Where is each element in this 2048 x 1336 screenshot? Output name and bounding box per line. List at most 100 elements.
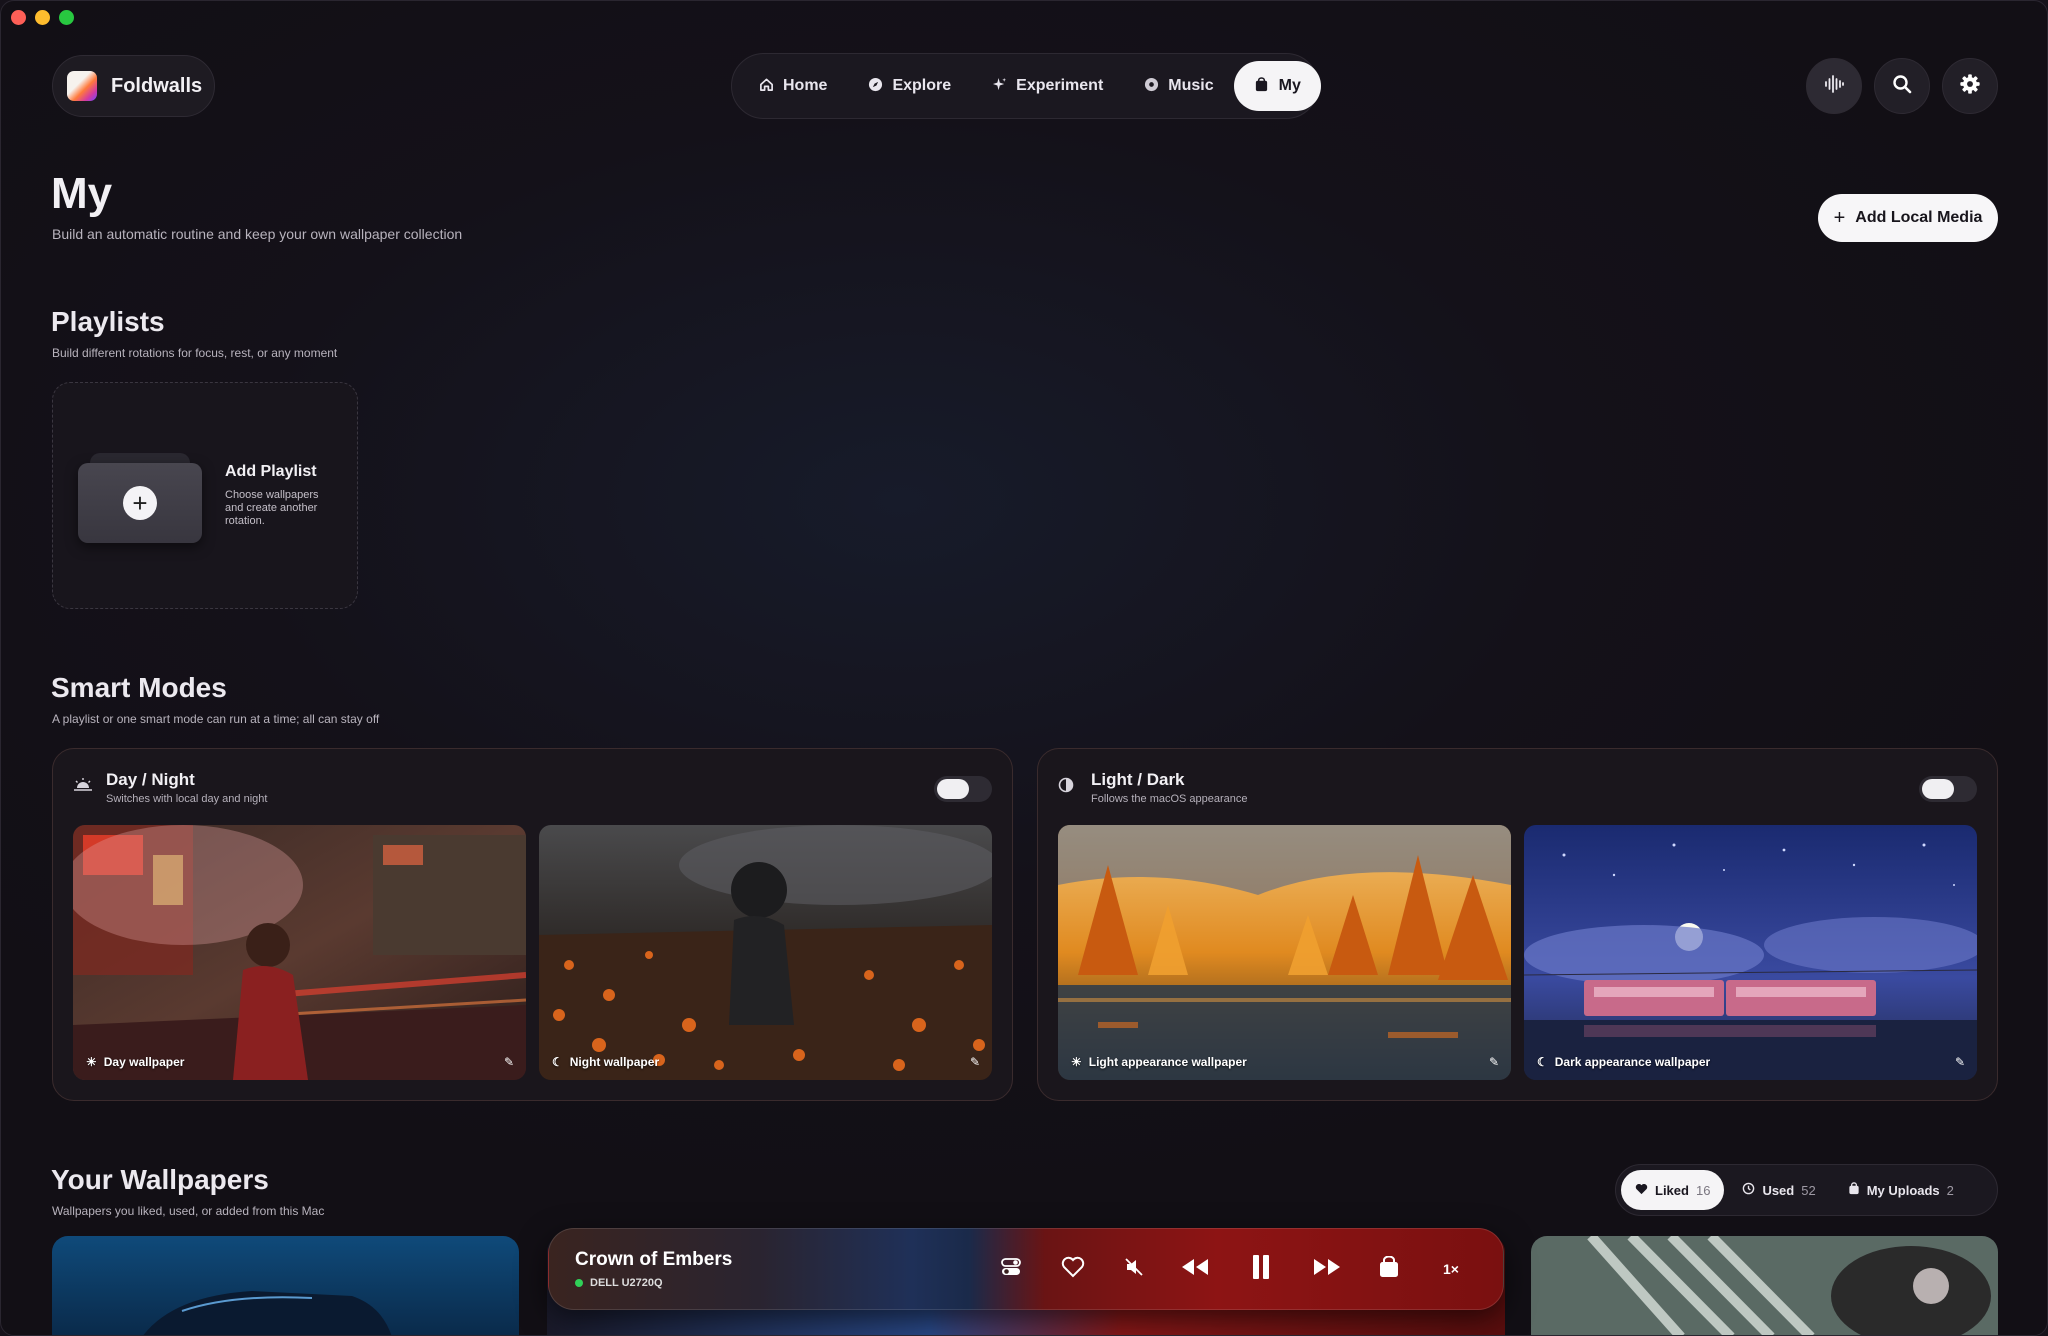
day-night-title: Day / Night	[106, 770, 195, 789]
gear-icon	[1959, 73, 1981, 100]
tab-used-label: Used	[1762, 1182, 1795, 1198]
search-button[interactable]	[1874, 58, 1930, 114]
light-dark-title: Light / Dark	[1091, 770, 1185, 789]
light-wallpaper-tile[interactable]: ☀ Light appearance wallpaper ✎	[1058, 825, 1511, 1080]
fast-forward-icon	[1312, 1257, 1342, 1282]
display-name: DELL U2720Q	[590, 1277, 663, 1289]
your-wallpapers-title: Your Wallpapers	[51, 1164, 269, 1195]
heart-outline-icon	[1061, 1256, 1085, 1283]
stash-button[interactable]	[1371, 1251, 1407, 1287]
brand-pill[interactable]: Foldwalls	[52, 55, 215, 117]
close-window-button[interactable]	[11, 10, 26, 25]
light-dark-toggle[interactable]	[1919, 776, 1977, 802]
app-logo	[67, 71, 97, 101]
smart-modes-subtitle: A playlist or one smart mode can run at …	[52, 712, 380, 726]
moon-icon: ☾	[1537, 1055, 1548, 1069]
next-button[interactable]	[1309, 1251, 1345, 1287]
like-button[interactable]	[1055, 1251, 1091, 1287]
layout-toggle-button[interactable]	[993, 1251, 1029, 1287]
add-local-media-button[interactable]: + Add Local Media	[1818, 194, 1998, 242]
nav-music[interactable]: Music	[1123, 61, 1233, 111]
rewind-icon	[1180, 1257, 1210, 1282]
heart-icon	[1635, 1183, 1648, 1198]
nav-explore-label: Explore	[892, 77, 952, 94]
edit-icon[interactable]: ✎	[970, 1055, 980, 1069]
wallpaper-card[interactable]	[52, 1236, 519, 1335]
sun-icon: ☀	[1071, 1055, 1082, 1069]
previous-button[interactable]	[1177, 1251, 1213, 1287]
now-playing-title: Crown of Embers	[575, 1249, 733, 1270]
wallpaper-thumbnail	[1531, 1236, 1998, 1335]
bag-icon	[1254, 76, 1270, 96]
smart-modes-title: Smart Modes	[51, 672, 227, 703]
status-dot	[575, 1279, 583, 1287]
tab-used-count: 52	[1801, 1182, 1816, 1198]
edit-icon[interactable]: ✎	[1955, 1055, 1965, 1069]
clock-icon	[1742, 1182, 1755, 1198]
sun-icon: ☀	[86, 1055, 97, 1069]
tab-liked-label: Liked	[1655, 1182, 1689, 1198]
edit-icon[interactable]: ✎	[504, 1055, 514, 1069]
minimize-window-button[interactable]	[35, 10, 50, 25]
home-icon	[758, 77, 774, 96]
wallpaper-filter-tabs: Liked 16 Used 52 My Uploads 2	[1615, 1164, 1998, 1216]
plus-icon: +	[1833, 207, 1846, 229]
dark-wallpaper-label: ☾ Dark appearance wallpaper	[1537, 1055, 1711, 1069]
page-subtitle: Build an automatic routine and keep your…	[52, 226, 463, 242]
tab-used[interactable]: Used 52	[1728, 1170, 1829, 1210]
sparkle-icon	[991, 77, 1007, 96]
nav-home[interactable]: Home	[738, 61, 847, 111]
tab-liked-count: 16	[1695, 1182, 1711, 1198]
add-local-media-label: Add Local Media	[1855, 209, 1983, 226]
add-playlist-title: Add Playlist	[225, 463, 317, 480]
night-wallpaper-label: ☾ Night wallpaper	[552, 1055, 660, 1069]
add-playlist-card[interactable]: + Add Playlist Choose wallpapers and cre…	[52, 382, 358, 609]
settings-button[interactable]	[1942, 58, 1998, 114]
waveform-icon	[1823, 73, 1845, 100]
day-night-mode-card: Day / Night Switches with local day and …	[52, 748, 1013, 1101]
nav-experiment[interactable]: Experiment	[971, 61, 1123, 111]
day-night-subtitle: Switches with local day and night	[106, 793, 268, 805]
wallpaper-card[interactable]	[1531, 1236, 1998, 1335]
music-icon	[1143, 77, 1159, 96]
playback-speed-button[interactable]: 1×	[1433, 1251, 1469, 1287]
tab-my-uploads[interactable]: My Uploads 2	[1834, 1170, 1968, 1210]
light-dark-mode-card: Light / Dark Follows the macOS appearanc…	[1037, 748, 1998, 1101]
sunrise-icon	[73, 777, 93, 798]
window-controls	[11, 10, 74, 25]
day-night-toggle[interactable]	[934, 776, 992, 802]
day-wallpaper-label: ☀ Day wallpaper	[86, 1055, 185, 1069]
moon-icon: ☾	[552, 1055, 563, 1069]
nav-explore[interactable]: Explore	[847, 61, 971, 111]
nav-home-label: Home	[783, 77, 828, 94]
night-wallpaper-tile[interactable]: ☾ Night wallpaper ✎	[539, 825, 992, 1080]
bag-icon	[1379, 1255, 1399, 1283]
pause-button[interactable]	[1243, 1251, 1279, 1287]
mute-button[interactable]	[1116, 1251, 1152, 1287]
main-nav: Home Explore Experiment Music My	[731, 53, 1321, 119]
search-icon	[1892, 74, 1912, 99]
edit-icon[interactable]: ✎	[1489, 1055, 1499, 1069]
wallpaper-thumbnail	[52, 1236, 519, 1335]
plus-icon: +	[123, 486, 157, 520]
add-playlist-description: Choose wallpapers and create another rot…	[225, 489, 319, 527]
now-playing-bar: Crown of Embers DELL U2720Q 1×	[548, 1228, 1504, 1310]
dark-wallpaper-image	[1524, 825, 1977, 1080]
contrast-icon	[1058, 777, 1074, 798]
nav-my[interactable]: My	[1233, 61, 1321, 111]
your-wallpapers-subtitle: Wallpapers you liked, used, or added fro…	[52, 1204, 325, 1218]
nav-music-label: Music	[1168, 77, 1214, 94]
night-wallpaper-image	[539, 825, 992, 1080]
light-wallpaper-image	[1058, 825, 1511, 1080]
speaker-mute-icon	[1123, 1256, 1145, 1283]
nav-experiment-label: Experiment	[1016, 77, 1104, 94]
compass-icon	[867, 77, 883, 96]
tab-liked[interactable]: Liked 16	[1621, 1170, 1725, 1210]
maximize-window-button[interactable]	[59, 10, 74, 25]
day-wallpaper-tile[interactable]: ☀ Day wallpaper ✎	[73, 825, 526, 1080]
visualizer-button[interactable]	[1806, 58, 1862, 114]
dark-wallpaper-tile[interactable]: ☾ Dark appearance wallpaper ✎	[1524, 825, 1977, 1080]
page-title: My	[51, 169, 113, 218]
playlists-subtitle: Build different rotations for focus, res…	[52, 346, 338, 360]
toggles-icon	[1000, 1256, 1022, 1283]
